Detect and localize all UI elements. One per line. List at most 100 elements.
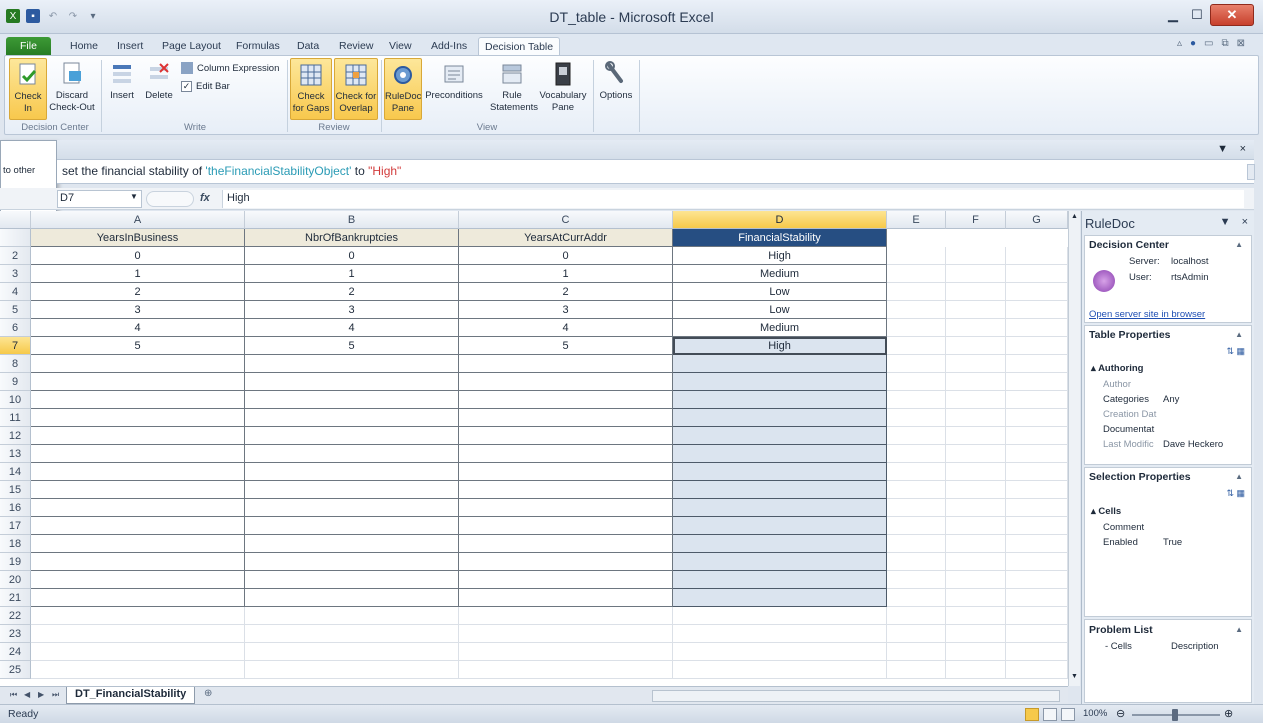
column-header-d[interactable]: D — [673, 211, 887, 229]
table-cell[interactable]: High — [673, 337, 887, 355]
table-cell[interactable] — [1006, 283, 1068, 301]
problem-col-description[interactable]: Description — [1171, 641, 1219, 652]
scroll-down-icon[interactable]: ▼ — [1071, 673, 1078, 680]
tab-insert[interactable]: Insert — [111, 37, 149, 56]
table-cell[interactable] — [245, 427, 459, 445]
table-cell[interactable] — [1006, 553, 1068, 571]
table-cell[interactable]: 3 — [31, 301, 245, 319]
tab-decision-table[interactable]: Decision Table — [478, 37, 561, 56]
tab-formulas[interactable]: Formulas — [230, 37, 286, 56]
table-cell[interactable] — [946, 571, 1006, 589]
row-header[interactable]: 13 — [0, 445, 31, 463]
table-cell[interactable] — [1006, 409, 1068, 427]
table-cell[interactable] — [887, 445, 946, 463]
table-cell[interactable] — [673, 445, 887, 463]
table-cell[interactable] — [459, 427, 673, 445]
first-sheet-icon[interactable]: ⏮ — [10, 690, 17, 700]
table-cell[interactable] — [946, 283, 1006, 301]
maximize-icon[interactable]: ☐ — [1182, 4, 1212, 26]
table-cell[interactable] — [887, 589, 946, 607]
table-header-cell[interactable]: YearsInBusiness — [31, 229, 245, 247]
table-cell[interactable] — [887, 373, 946, 391]
table-cell[interactable] — [887, 553, 946, 571]
table-cell[interactable]: 0 — [459, 247, 673, 265]
table-cell[interactable]: 1 — [459, 265, 673, 283]
table-cell[interactable] — [1006, 265, 1068, 283]
table-cell[interactable] — [459, 517, 673, 535]
function-icon[interactable]: fx — [200, 192, 210, 204]
property-value[interactable]: Dave Heckero — [1163, 439, 1223, 450]
collapse-icon[interactable]: ▲ — [1235, 330, 1243, 339]
zoom-slider-thumb[interactable] — [1172, 709, 1178, 721]
table-cell[interactable] — [946, 517, 1006, 535]
table-cell[interactable] — [31, 445, 245, 463]
table-cell[interactable] — [31, 481, 245, 499]
table-cell[interactable]: 0 — [31, 247, 245, 265]
table-cell[interactable] — [946, 607, 1006, 625]
table-cell[interactable] — [887, 661, 946, 679]
table-cell[interactable] — [1006, 355, 1068, 373]
table-cell[interactable]: 4 — [459, 319, 673, 337]
table-cell[interactable] — [1006, 301, 1068, 319]
row-header[interactable]: 15 — [0, 481, 31, 499]
expression-scroll[interactable] — [1247, 164, 1255, 180]
table-cell[interactable]: 1 — [245, 265, 459, 283]
table-cell[interactable] — [459, 499, 673, 517]
table-cell[interactable]: 5 — [245, 337, 459, 355]
column-header-e[interactable]: E — [887, 211, 946, 229]
cells-group[interactable]: ▴ Cells — [1091, 506, 1121, 517]
table-cell[interactable] — [673, 409, 887, 427]
table-cell[interactable] — [1006, 445, 1068, 463]
table-header-cell[interactable]: YearsAtCurrAddr — [459, 229, 673, 247]
table-cell[interactable] — [1006, 247, 1068, 265]
table-cell[interactable] — [245, 481, 459, 499]
column-header-c[interactable]: C — [459, 211, 673, 229]
row-header[interactable] — [0, 229, 31, 247]
close-icon[interactable]: ✕ — [1210, 4, 1254, 26]
table-cell[interactable] — [887, 427, 946, 445]
table-cell[interactable] — [245, 589, 459, 607]
row-header[interactable]: 22 — [0, 607, 31, 625]
select-all-corner[interactable] — [0, 211, 31, 229]
preconditions-button[interactable]: Preconditions — [424, 58, 484, 102]
column-header-b[interactable]: B — [245, 211, 459, 229]
row-header[interactable]: 18 — [0, 535, 31, 553]
table-cell[interactable] — [459, 661, 673, 679]
column-header-g[interactable]: G — [1006, 211, 1068, 229]
zoom-in-icon[interactable]: ⊕ — [1224, 707, 1233, 720]
table-cell[interactable] — [946, 319, 1006, 337]
table-cell[interactable]: 2 — [459, 283, 673, 301]
row-header[interactable]: 19 — [0, 553, 31, 571]
table-cell[interactable] — [31, 571, 245, 589]
normal-view-icon[interactable] — [1025, 708, 1039, 721]
table-cell[interactable] — [946, 247, 1006, 265]
table-cell[interactable] — [1006, 517, 1068, 535]
table-cell[interactable] — [887, 499, 946, 517]
table-cell[interactable] — [31, 589, 245, 607]
options-button[interactable]: Options — [596, 58, 636, 102]
tab-add-ins[interactable]: Add-Ins — [425, 37, 473, 56]
page-layout-view-icon[interactable] — [1043, 708, 1057, 721]
table-cell[interactable] — [459, 589, 673, 607]
column-expression-button[interactable]: Column Expression — [181, 62, 279, 74]
dropdown-arrow-icon[interactable]: ▼ — [1220, 216, 1231, 228]
window-restore-icon[interactable]: ⧉ — [1221, 38, 1228, 49]
tab-data[interactable]: Data — [291, 37, 325, 56]
table-cell[interactable] — [887, 607, 946, 625]
table-cell[interactable] — [946, 625, 1006, 643]
table-cell[interactable]: 3 — [245, 301, 459, 319]
row-header[interactable]: 12 — [0, 427, 31, 445]
table-cell[interactable] — [1006, 319, 1068, 337]
collapse-icon[interactable]: ▲ — [1235, 240, 1243, 249]
table-cell[interactable] — [887, 301, 946, 319]
table-cell[interactable] — [1006, 535, 1068, 553]
table-cell[interactable] — [946, 427, 1006, 445]
table-cell[interactable]: Medium — [673, 319, 887, 337]
table-cell[interactable] — [245, 391, 459, 409]
table-cell[interactable] — [31, 355, 245, 373]
table-cell[interactable] — [673, 643, 887, 661]
table-cell[interactable] — [1006, 643, 1068, 661]
minimize-ribbon-icon[interactable]: ▵ — [1177, 38, 1182, 49]
table-cell[interactable] — [31, 463, 245, 481]
table-cell[interactable] — [31, 661, 245, 679]
